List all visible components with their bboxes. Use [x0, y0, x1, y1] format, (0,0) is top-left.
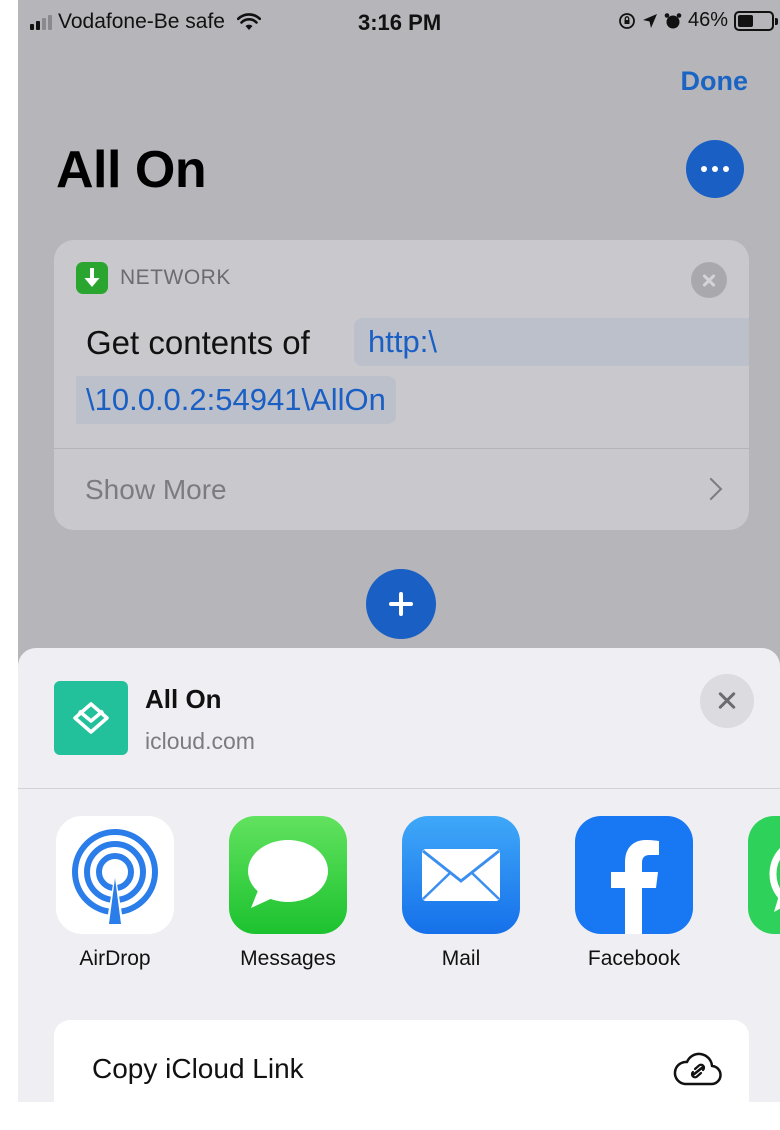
cloud-link-icon [673, 1052, 722, 1086]
share-sheet-header: All On icloud.com [18, 648, 780, 788]
battery-level [738, 14, 753, 27]
sheet-divider [18, 788, 780, 789]
share-app-messages[interactable]: Messages [218, 816, 358, 971]
share-app-airdrop[interactable]: AirDrop [45, 816, 185, 971]
remove-action-button[interactable] [691, 262, 727, 298]
copy-icloud-link-row[interactable]: Copy iCloud Link [54, 1020, 749, 1102]
share-app-label: Mail [441, 947, 481, 970]
battery-percentage: 46% [687, 9, 728, 31]
shortcut-editor-screen: Vodafone-Be safe 3:16 PM 46% Done All On… [18, 0, 780, 1102]
share-app-label: Messages [240, 947, 336, 970]
action-header: NETWORK [76, 262, 231, 294]
share-app-label: Wh [737, 947, 780, 971]
whatsapp-icon [748, 816, 780, 934]
battery-icon [734, 10, 778, 31]
network-download-icon [76, 262, 108, 294]
get-contents-action-card[interactable]: NETWORK Get contents of http:\ \10.0.0.2… [54, 240, 749, 530]
share-sheet-subtitle: icloud.com [145, 728, 255, 754]
facebook-icon [575, 816, 693, 934]
share-sheet: All On icloud.com AirDrop Messages Mail … [18, 648, 780, 1102]
more-dot [723, 166, 729, 172]
action-category-label: NETWORK [120, 266, 231, 289]
status-left: Vodafone-Be safe [30, 10, 261, 34]
status-time: 3:16 PM [358, 10, 442, 35]
messages-icon [229, 816, 347, 934]
add-action-button[interactable] [366, 569, 436, 639]
alarm-icon [664, 12, 682, 28]
status-bar: Vodafone-Be safe 3:16 PM 46% [18, 0, 780, 46]
share-app-whatsapp[interactable]: Wh [737, 816, 780, 971]
action-text: Get contents of [86, 324, 310, 361]
airdrop-icon [56, 816, 174, 934]
more-dot [701, 166, 707, 172]
carrier-name: Vodafone-Be safe [58, 10, 225, 33]
more-options-button[interactable] [686, 140, 744, 198]
page-title: All On [56, 141, 207, 199]
location-icon [642, 13, 657, 28]
wifi-icon [236, 13, 261, 30]
status-right: 46% [618, 9, 778, 32]
share-app-label: AirDrop [79, 947, 151, 970]
share-apps-row: AirDrop Messages Mail Facebook [18, 816, 780, 976]
share-app-facebook[interactable]: Facebook [564, 816, 704, 971]
url-token-line1[interactable]: http:\ [354, 318, 749, 366]
show-more-row[interactable]: Show More [54, 449, 749, 530]
done-button[interactable]: Done [681, 66, 749, 97]
share-app-mail[interactable]: Mail [391, 816, 531, 971]
shortcuts-app-icon [54, 681, 128, 755]
orientation-lock-icon [619, 12, 635, 29]
show-more-label: Show More [85, 474, 227, 505]
cellular-signal-icon [30, 14, 52, 30]
copy-icloud-link-label: Copy iCloud Link [92, 1053, 304, 1084]
mail-icon [402, 816, 520, 934]
chevron-right-icon [699, 477, 723, 501]
url-token-line2[interactable]: \10.0.0.2:54941\AllOn [76, 376, 396, 424]
share-sheet-title: All On [145, 684, 222, 714]
more-dot [712, 166, 718, 172]
share-app-label: Facebook [587, 947, 681, 970]
action-sentence: Get contents of http:\ [54, 318, 749, 366]
close-share-sheet-button[interactable] [700, 674, 754, 728]
